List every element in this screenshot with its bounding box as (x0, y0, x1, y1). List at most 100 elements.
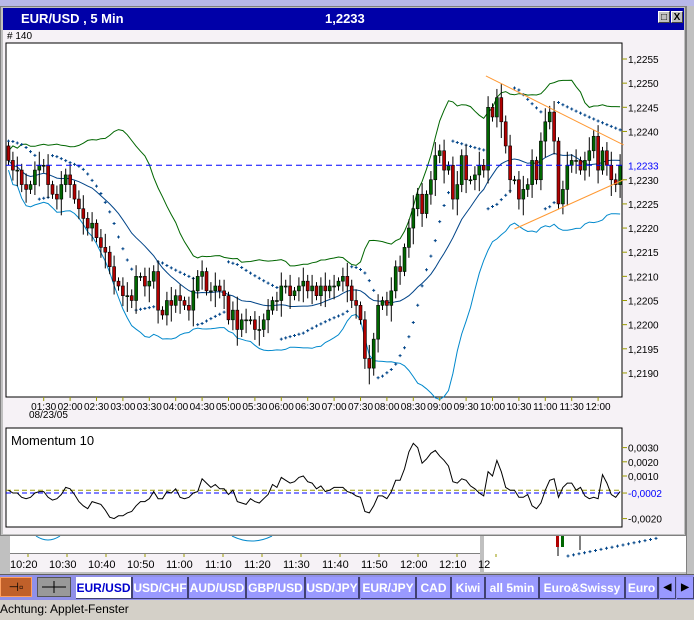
candle-up (512, 179, 517, 182)
candle-up (495, 97, 499, 118)
momentum-tick-label: 0,0030 (628, 444, 659, 455)
tab-scroll-left[interactable]: ◀ (660, 577, 676, 599)
candle-up (332, 285, 336, 288)
tab-gbp-usd[interactable]: GBP/USD (247, 577, 306, 599)
candle-down (288, 285, 292, 296)
candle-down (129, 295, 134, 301)
candle-up (195, 276, 200, 292)
y-tick-label: 1,2255 (628, 55, 659, 66)
momentum-plot-area (5, 427, 623, 528)
background-tick-label: 10:20 (10, 559, 38, 571)
candle-up (468, 179, 473, 182)
x-tick-label: 09:00 (427, 402, 452, 413)
candle-down (85, 218, 90, 229)
tab-all-5min[interactable]: all 5min (486, 577, 540, 599)
price-chart[interactable]: 1,2255 1,2250 1,2245 1,2240 1,2230 1,2225 1,22… (0, 0, 694, 540)
candle-down (508, 145, 512, 181)
x-tick-label: 03:00 (110, 402, 135, 413)
candle-down (552, 111, 556, 142)
candle-up (275, 300, 279, 302)
pin-button[interactable]: ⊣▫ (0, 577, 32, 597)
candle-down (107, 251, 112, 267)
candle-down (182, 300, 187, 306)
x-tick-label: 11:00 (533, 402, 558, 413)
candle-down (420, 193, 424, 214)
candle-up (63, 174, 68, 185)
candle-up (213, 285, 218, 292)
candle-down (503, 121, 508, 147)
candle-up (455, 184, 460, 200)
candle-up (257, 329, 262, 331)
candle-down (24, 184, 28, 190)
candle-up (239, 319, 244, 330)
candle-up (389, 290, 394, 306)
candle-down (178, 295, 182, 301)
tab-eur-jpy[interactable]: EUR/JPY (361, 577, 417, 599)
x-tick-label: 11:30 (560, 402, 585, 413)
candle-down (55, 193, 59, 200)
candle-down (217, 285, 222, 292)
candle-up (486, 107, 490, 171)
candle-up (376, 305, 380, 340)
y-tick-label: 1,2245 (628, 103, 659, 114)
x-tick-label: 08:00 (374, 402, 399, 413)
candle-up (191, 290, 196, 311)
tab-usd-chf[interactable]: USD/CHF (133, 577, 189, 599)
y-tick-label: 1,2210 (628, 272, 659, 283)
background-chart-window[interactable]: 10:20 10:30 10:40 10:50 11:00 11:10 11:20 11:30… (0, 536, 686, 574)
tab-scroll-right[interactable]: ▶ (677, 577, 694, 599)
candle-up (459, 155, 464, 185)
candle-down (358, 305, 363, 321)
tab-eur-usd[interactable]: EUR/USD (76, 577, 133, 599)
candle-up (446, 164, 451, 171)
x-tick-label: 07:00 (322, 402, 347, 413)
background-tick-label: 12:00 (400, 559, 428, 571)
background-chart: 10:20 10:30 10:40 10:50 11:00 11:10 11:20 11:30… (10, 536, 686, 572)
tab-cad[interactable]: CAD (417, 577, 452, 599)
candle-up (319, 285, 323, 296)
candle-down (81, 208, 86, 219)
tab-usd-jpy[interactable]: USD/JPY (306, 577, 360, 599)
tab-kiwi[interactable]: Kiwi (452, 577, 486, 599)
candle-up (587, 150, 592, 161)
time-axis: 01:30 02:00 02:30 03:00 03:30 04:00 04:30 05:00… (31, 397, 611, 413)
x-tick-label: 04:00 (163, 402, 188, 413)
background-tick-label: 10:30 (49, 559, 77, 571)
candle-down (517, 179, 521, 200)
candle-up (530, 160, 534, 185)
candle-down (349, 285, 354, 301)
candle-down (442, 150, 446, 171)
candle-down (68, 174, 72, 185)
background-tick-label: 10:40 (88, 559, 116, 571)
candle-down (94, 222, 99, 239)
background-tick-label: 11:10 (205, 559, 232, 571)
candle-down (345, 276, 350, 287)
x-tick-label: 09:30 (454, 402, 479, 413)
candle-down (112, 266, 116, 282)
x-tick-label: 05:30 (242, 402, 267, 413)
candle-up (165, 300, 169, 316)
candle-up (37, 164, 42, 171)
momentum-title: Momentum 10 (11, 433, 94, 448)
tab-euro[interactable]: Euro (626, 577, 659, 599)
crosshair-button[interactable] (37, 577, 71, 597)
candle-down (187, 305, 191, 311)
current-price-label: 1,2233 (628, 161, 659, 172)
candle-down (103, 247, 108, 253)
momentum-tick-label: -0,0020 (628, 515, 662, 526)
momentum-tick-label: -0,0002 (628, 489, 662, 500)
background-tick-label: 11:40 (322, 559, 349, 571)
y-tick-label: 1,2200 (628, 321, 659, 332)
candle-down (367, 358, 372, 369)
x-tick-label: 05:00 (216, 402, 241, 413)
tab-euro-swissy[interactable]: Euro&Swissy (540, 577, 626, 599)
tab-aud-usd[interactable]: AUD/USD (189, 577, 247, 599)
candle-up (90, 222, 94, 229)
candle-down (99, 237, 103, 248)
candle-down (305, 280, 310, 292)
candle-down (499, 97, 504, 123)
candle-up (297, 285, 301, 292)
candle-down (534, 160, 539, 181)
candle-up (279, 285, 284, 301)
price-axis: 1,2255 1,2250 1,2245 1,2240 1,2230 1,2225 1,22… (622, 55, 659, 380)
